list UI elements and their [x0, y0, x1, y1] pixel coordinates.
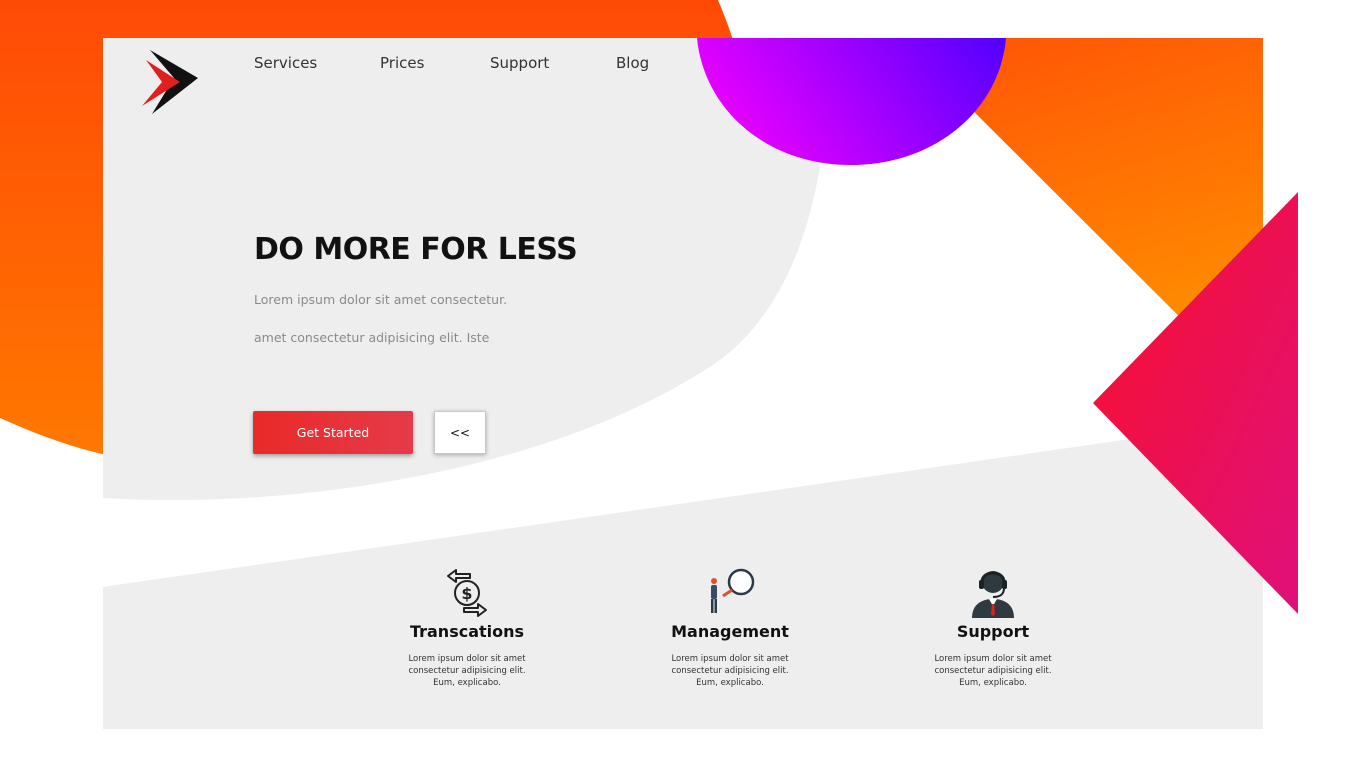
money-exchange-icon: $: [447, 569, 487, 617]
feature-title: Transcations: [409, 622, 525, 641]
logo-arrow-icon[interactable]: [140, 48, 200, 116]
feature-title: Support: [956, 622, 1030, 641]
hero-title: DO MORE FOR LESS: [254, 232, 578, 267]
nav-blog-link[interactable]: Blog: [616, 54, 649, 72]
magnifier-person-icon: [711, 568, 755, 613]
feature-management: Management Lorem ipsum dolor sit amet co…: [640, 566, 820, 689]
feature-title: Management: [671, 622, 789, 641]
svg-text:$: $: [461, 584, 472, 603]
back-button[interactable]: <<: [434, 411, 486, 454]
feature-description: Lorem ipsum dolor sit amet consectetur a…: [671, 654, 789, 688]
nav-prices-link[interactable]: Prices: [380, 54, 424, 72]
feature-description: Lorem ipsum dolor sit amet consectetur a…: [934, 654, 1052, 688]
hero-subtitle-line1: Lorem ipsum dolor sit amet consectetur.: [254, 292, 508, 307]
headset-agent-icon: [972, 571, 1014, 618]
feature-transactions: $ Transcations Lorem ipsum dolor sit ame…: [377, 566, 557, 689]
nav-services-link[interactable]: Services: [254, 54, 317, 72]
feature-support: Support Lorem ipsum dolor sit amet conse…: [903, 566, 1083, 689]
get-started-button[interactable]: Get Started: [253, 411, 413, 454]
hero-subtitle-line2: amet consectetur adipisicing elit. Iste: [254, 330, 490, 345]
feature-description: Lorem ipsum dolor sit amet consectetur a…: [408, 654, 526, 688]
nav-support-link[interactable]: Support: [490, 54, 549, 72]
